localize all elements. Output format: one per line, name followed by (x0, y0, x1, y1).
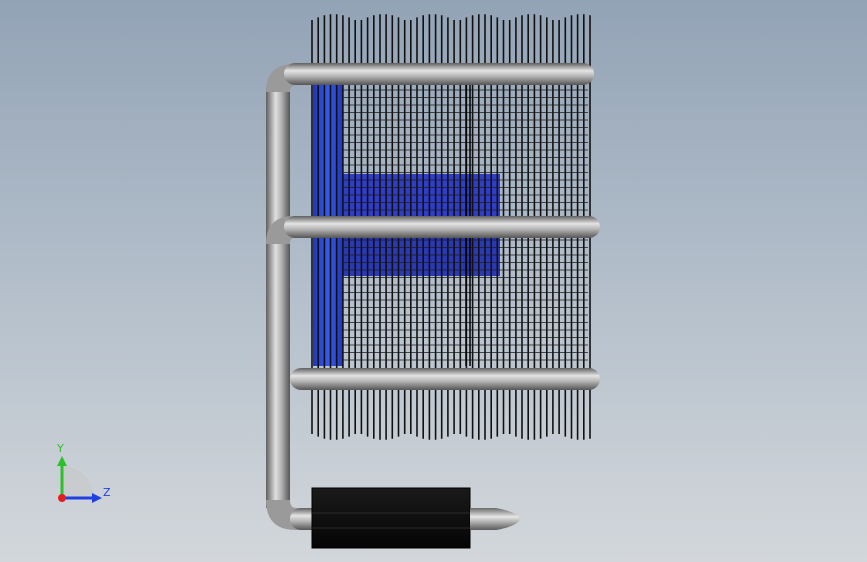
heat-pipe-middle[interactable] (284, 216, 600, 238)
base-block[interactable] (311, 487, 471, 549)
heat-pipe-tip[interactable] (470, 508, 520, 530)
triad-plane-quarter (62, 466, 94, 498)
base-block-assembly[interactable] (290, 487, 520, 549)
triad-y-arrow (57, 456, 67, 466)
heat-pipe-vertical[interactable] (266, 88, 290, 508)
triad-y-label: Y (57, 442, 64, 455)
cad-viewport[interactable]: Y Z (0, 0, 867, 562)
triad-z-arrow (92, 493, 102, 503)
triad-x-axis (58, 494, 66, 502)
triad-z-label: Z (103, 486, 111, 499)
orientation-triad[interactable]: Y Z (40, 440, 130, 520)
heat-pipe-bottom[interactable] (290, 368, 600, 390)
heatsink-model[interactable] (0, 0, 867, 562)
heat-pipe-top[interactable] (284, 63, 594, 85)
triad-graphic (57, 456, 102, 503)
